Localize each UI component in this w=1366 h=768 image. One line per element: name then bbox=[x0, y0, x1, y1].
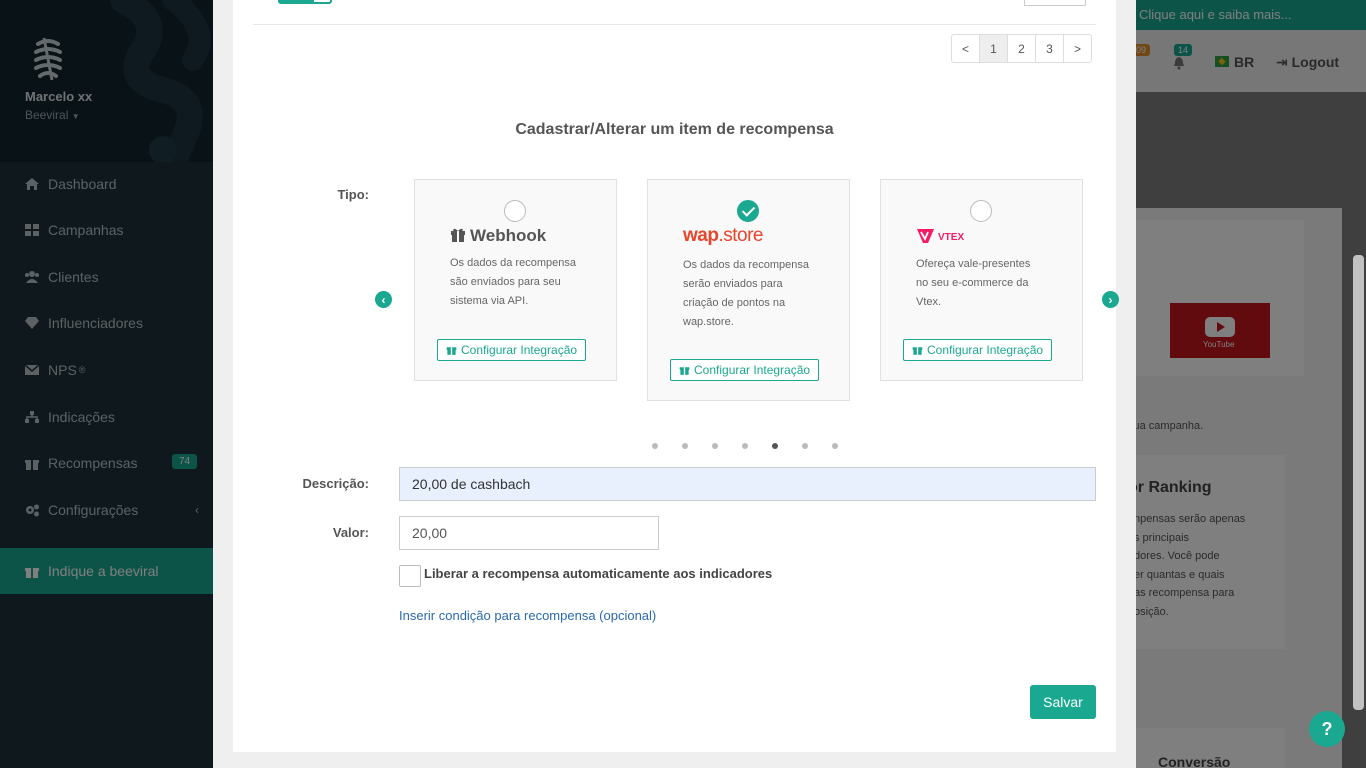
webhook-title: Webhook bbox=[470, 226, 547, 245]
gift-icon bbox=[912, 347, 923, 355]
button-label: Configurar Integração bbox=[927, 343, 1044, 357]
wapstore-configure-button[interactable]: Configurar Integração bbox=[670, 359, 820, 381]
wapstore-radio-checked[interactable] bbox=[737, 200, 759, 222]
description-line: Ofereça vale-presentes bbox=[916, 258, 1031, 270]
carousel-prev-button[interactable]: ‹ bbox=[375, 291, 392, 308]
vtex-radio[interactable] bbox=[970, 200, 992, 222]
auto-release-checkbox[interactable] bbox=[399, 565, 421, 587]
description-line: criação de pontos na bbox=[683, 297, 786, 309]
vtex-logo-text: VTEX bbox=[938, 232, 964, 243]
button-label: Configurar Integração bbox=[461, 343, 578, 357]
page-size-select[interactable] bbox=[1024, 0, 1086, 6]
pagination-page-1[interactable]: 1 bbox=[979, 34, 1008, 63]
pagination-next[interactable]: > bbox=[1063, 34, 1092, 63]
value-input[interactable]: 20,00 bbox=[399, 516, 659, 550]
description-line: wap.store. bbox=[683, 316, 734, 328]
description-line: são enviados para seu bbox=[450, 276, 561, 288]
pagination-page-3[interactable]: 3 bbox=[1035, 34, 1064, 63]
wapstore-description: Os dados da recompensa serão enviados pa… bbox=[683, 256, 809, 332]
description-line: sistema via API. bbox=[450, 295, 529, 307]
vtex-configure-button[interactable]: Configurar Integração bbox=[903, 339, 1053, 361]
carousel-next-button[interactable]: › bbox=[1102, 291, 1119, 308]
webhook-radio[interactable] bbox=[504, 200, 526, 222]
description-line: Os dados da recompensa bbox=[450, 257, 576, 269]
gift-icon bbox=[679, 367, 690, 375]
carousel-dot[interactable] bbox=[742, 443, 748, 449]
carousel-dots bbox=[652, 443, 862, 449]
description-line: Vtex. bbox=[916, 296, 942, 308]
button-label: Configurar Integração bbox=[694, 363, 811, 377]
divider bbox=[253, 24, 1096, 25]
carousel-dot[interactable] bbox=[832, 443, 838, 449]
wapstore-logo: wap.store bbox=[683, 225, 763, 247]
carousel-dot-active[interactable] bbox=[772, 443, 778, 449]
save-button[interactable]: Salvar bbox=[1030, 685, 1096, 719]
value-label: Valor: bbox=[332, 525, 369, 540]
description-line: serão enviados para bbox=[683, 278, 783, 290]
store-text: .store bbox=[718, 225, 763, 246]
vtex-logo-icon: VTEX bbox=[917, 229, 964, 243]
description-input[interactable]: 20,00 de cashbach bbox=[399, 467, 1096, 501]
toggle-switch[interactable] bbox=[278, 0, 332, 4]
chevron-right-icon: › bbox=[1108, 292, 1113, 307]
wap-text: wap bbox=[683, 225, 719, 246]
help-button[interactable]: ? bbox=[1309, 711, 1345, 747]
page-scrollbar[interactable] bbox=[1353, 255, 1364, 710]
pagination-prev[interactable]: < bbox=[951, 34, 980, 63]
add-condition-link[interactable]: Inserir condição para recompensa (opcion… bbox=[399, 608, 656, 623]
auto-release-label[interactable]: Liberar a recompensa automaticamente aos… bbox=[424, 566, 772, 581]
description-line: Os dados da recompensa bbox=[683, 259, 809, 271]
type-label: Tipo: bbox=[337, 187, 369, 202]
description-line: no seu e-commerce da bbox=[916, 277, 1029, 289]
gift-icon bbox=[446, 347, 457, 355]
carousel-dot[interactable] bbox=[802, 443, 808, 449]
carousel-dot[interactable] bbox=[712, 443, 718, 449]
carousel-dot[interactable] bbox=[652, 443, 658, 449]
vtex-description: Ofereça vale-presentes no seu e-commerce… bbox=[916, 255, 1030, 312]
gift-icon bbox=[451, 228, 465, 242]
chevron-left-icon: ‹ bbox=[381, 292, 386, 307]
description-label: Descrição: bbox=[302, 476, 369, 491]
modal-title: Cadastrar/Alterar um item de recompensa bbox=[515, 121, 834, 138]
webhook-configure-button[interactable]: Configurar Integração bbox=[437, 339, 587, 361]
carousel-dot[interactable] bbox=[682, 443, 688, 449]
pagination-page-2[interactable]: 2 bbox=[1007, 34, 1036, 63]
pagination: < 1 2 3 > bbox=[951, 34, 1092, 63]
webhook-description: Os dados da recompensa são enviados para… bbox=[450, 254, 576, 311]
